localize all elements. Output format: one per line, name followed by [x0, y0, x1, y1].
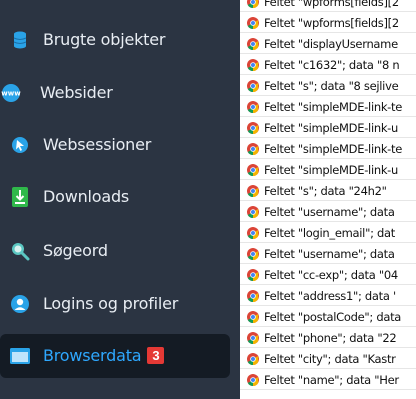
- list-item[interactable]: Feltet "username"; data: [240, 203, 416, 222]
- list-item[interactable]: Feltet "wpforms[fields][2: [240, 0, 416, 12]
- chrome-icon: [247, 101, 259, 113]
- list-item[interactable]: Feltet "phone"; data "22: [240, 329, 416, 348]
- sidebar-item-brugte-objekter[interactable]: Brugte objekter: [0, 18, 240, 62]
- sidebar-item-label: Logins og profiler: [43, 294, 179, 313]
- record-text: Feltet "simpleMDE-link-u: [264, 121, 399, 135]
- record-text: Feltet "simpleMDE-link-te: [264, 100, 403, 114]
- chrome-icon: [247, 206, 259, 218]
- magnifier-icon: [9, 240, 31, 262]
- record-text: Feltet "s"; data "8 sejlive: [264, 79, 399, 93]
- record-text: Feltet "postalCode"; data: [264, 310, 402, 324]
- sidebar-item-label: Browserdata 3: [43, 346, 165, 365]
- sidebar-item-downloads[interactable]: Downloads: [0, 175, 240, 219]
- list-item[interactable]: Feltet "name"; data "Her: [240, 371, 416, 390]
- record-text: Feltet "displayUsername: [264, 37, 398, 51]
- count-badge: 3: [147, 347, 165, 364]
- chrome-icon: [247, 185, 259, 197]
- sidebar-item-label: Brugte objekter: [43, 30, 166, 49]
- browser-window-icon: [9, 345, 31, 367]
- chrome-icon: [247, 332, 259, 344]
- chrome-icon: [247, 374, 259, 386]
- list-item[interactable]: Feltet "wpforms[fields][2: [240, 14, 416, 33]
- list-item[interactable]: Feltet "simpleMDE-link-u: [240, 119, 416, 138]
- chrome-icon: [247, 269, 259, 281]
- sidebar-item-websessioner[interactable]: Websessioner: [0, 123, 240, 167]
- record-text: Feltet "cc-exp"; data "04: [264, 268, 398, 282]
- list-item[interactable]: Feltet "city"; data "Kastr: [240, 350, 416, 369]
- list-item[interactable]: Feltet "simpleMDE-link-u: [240, 161, 416, 180]
- list-item[interactable]: Feltet "s"; data "8 sejlive: [240, 77, 416, 96]
- user-icon: [9, 293, 31, 315]
- list-item[interactable]: Feltet "username"; data: [240, 245, 416, 264]
- chrome-icon: [247, 311, 259, 323]
- sidebar-item-browserdata[interactable]: Browserdata 3: [0, 334, 230, 378]
- list-item[interactable]: Feltet "s"; data "24h2": [240, 182, 416, 201]
- chrome-icon: [247, 248, 259, 260]
- web-session-icon: [9, 134, 31, 156]
- svg-text:www: www: [1, 90, 21, 98]
- chrome-icon: [247, 353, 259, 365]
- chrome-icon: [247, 59, 259, 71]
- list-item[interactable]: Feltet "login_email"; dat: [240, 224, 416, 243]
- record-text: Feltet "name"; data "Her: [264, 373, 399, 387]
- chrome-icon: [247, 143, 259, 155]
- chrome-icon: [247, 290, 259, 302]
- chrome-icon: [247, 227, 259, 239]
- record-text: Feltet "username"; data: [264, 247, 395, 261]
- list-item[interactable]: Feltet "cc-exp"; data "04: [240, 266, 416, 285]
- record-text: Feltet "simpleMDE-link-te: [264, 142, 403, 156]
- chrome-icon: [247, 122, 259, 134]
- list-item[interactable]: Feltet "simpleMDE-link-te: [240, 140, 416, 159]
- record-text: Feltet "phone"; data "22: [264, 331, 397, 345]
- sidebar-item-label: Downloads: [43, 187, 130, 206]
- browser-data-list: Feltet "wpforms[fields][2 Feltet "wpforms…: [240, 0, 416, 399]
- list-item[interactable]: Feltet "postalCode"; data: [240, 308, 416, 327]
- list-item[interactable]: Feltet "address1"; data ': [240, 287, 416, 306]
- chrome-icon: [247, 0, 259, 8]
- sidebar-item-label: Websider: [40, 83, 113, 102]
- chrome-icon: [247, 38, 259, 50]
- sidebar-item-soegeord[interactable]: Søgeord: [0, 229, 240, 273]
- list-item[interactable]: Feltet "simpleMDE-link-te: [240, 98, 416, 117]
- record-text: Feltet "wpforms[fields][2: [264, 16, 399, 30]
- record-text: Feltet "simpleMDE-link-u: [264, 163, 399, 177]
- record-text: Feltet "address1"; data ': [264, 289, 396, 303]
- download-icon: [9, 186, 31, 208]
- sidebar-item-label: Websessioner: [43, 135, 152, 154]
- database-icon: [9, 29, 31, 51]
- record-text: Feltet "username"; data: [264, 205, 395, 219]
- record-text: Feltet "city"; data "Kastr: [264, 352, 396, 366]
- chrome-icon: [247, 80, 259, 92]
- www-globe-icon: www: [0, 82, 22, 104]
- chrome-icon: [247, 17, 259, 29]
- record-text: Feltet "c1632"; data "8 n: [264, 58, 400, 72]
- sidebar: Brugte objekter www Websider Websessione…: [0, 0, 240, 399]
- list-item[interactable]: Feltet "c1632"; data "8 n: [240, 56, 416, 75]
- record-text: Feltet "login_email"; dat: [264, 226, 395, 240]
- sidebar-item-label: Søgeord: [43, 241, 108, 260]
- chrome-icon: [247, 164, 259, 176]
- record-text: Feltet "wpforms[fields][2: [264, 0, 399, 9]
- sidebar-item-websider[interactable]: www Websider: [0, 71, 240, 115]
- record-text: Feltet "s"; data "24h2": [264, 184, 387, 198]
- sidebar-item-logins-og-profiler[interactable]: Logins og profiler: [0, 282, 240, 326]
- list-item[interactable]: Feltet "displayUsername: [240, 35, 416, 54]
